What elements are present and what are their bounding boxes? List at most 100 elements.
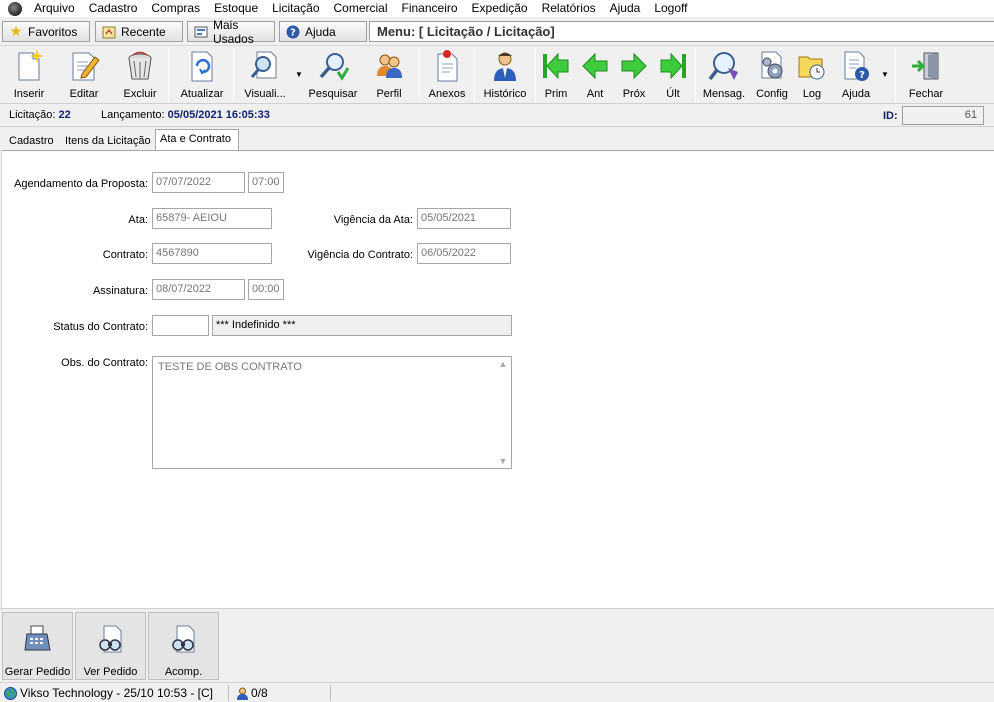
contrato-label: Contrato: bbox=[102, 249, 148, 261]
menu-relatorios[interactable]: Relatórios bbox=[535, 0, 603, 17]
obs-contrato-label: Obs. do Contrato: bbox=[61, 357, 148, 369]
assinatura-date-field[interactable]: 08/07/2022 bbox=[152, 279, 245, 300]
ult-button[interactable]: Últ bbox=[657, 49, 689, 103]
mais-usados-label: Mais Usados bbox=[213, 17, 254, 46]
tab-ata-contrato[interactable]: Ata e Contrato bbox=[155, 129, 239, 150]
recente-label: Recente bbox=[121, 24, 166, 39]
prim-button[interactable]: Prim bbox=[540, 49, 572, 103]
trash-icon bbox=[123, 49, 157, 83]
assinatura-label: Assinatura: bbox=[92, 285, 148, 297]
history-person-icon bbox=[488, 49, 522, 83]
ajuda-quick-button[interactable]: ? Ajuda bbox=[279, 21, 367, 42]
menu-licitacao[interactable]: Licitação bbox=[265, 0, 326, 17]
previous-record-icon bbox=[578, 49, 612, 83]
scroll-up-icon[interactable]: ▲ bbox=[498, 359, 508, 369]
historico-button[interactable]: Histórico bbox=[481, 49, 529, 103]
ult-label: Últ bbox=[666, 88, 680, 100]
next-record-icon bbox=[617, 49, 651, 83]
gerar-pedido-label: Gerar Pedido bbox=[4, 666, 71, 678]
app-logo-icon[interactable] bbox=[8, 1, 22, 16]
svg-text:?: ? bbox=[290, 27, 296, 38]
scroll-down-icon[interactable]: ▼ bbox=[498, 456, 508, 466]
exit-door-icon bbox=[909, 49, 943, 83]
mensag-label: Mensag. bbox=[702, 88, 746, 100]
vigencia-contrato-field[interactable]: 06/05/2022 bbox=[417, 243, 511, 264]
menu-path: Menu: [ Licitação / Licitação] bbox=[369, 21, 994, 42]
editar-button[interactable]: Editar bbox=[65, 49, 103, 103]
inserir-button[interactable]: Inserir bbox=[10, 49, 48, 103]
menu-comercial[interactable]: Comercial bbox=[327, 0, 395, 17]
mensag-button[interactable]: Mensag. bbox=[702, 49, 746, 103]
search-icon bbox=[316, 49, 350, 83]
anexos-button[interactable]: Anexos bbox=[427, 49, 467, 103]
toolbar-separator bbox=[535, 48, 536, 102]
first-record-icon bbox=[539, 49, 573, 83]
config-gear-icon bbox=[755, 49, 789, 83]
visualizar-dropdown-icon[interactable]: ▼ bbox=[295, 70, 303, 79]
ver-pedido-label: Ver Pedido bbox=[83, 666, 138, 678]
excluir-button[interactable]: Excluir bbox=[120, 49, 160, 103]
visualizar-label: Visuali... bbox=[244, 88, 286, 100]
vigencia-ata-field[interactable]: 05/05/2021 bbox=[417, 208, 511, 229]
perfil-button[interactable]: Perfil bbox=[370, 49, 408, 103]
menu-expedicao[interactable]: Expedição bbox=[465, 0, 535, 17]
quick-bar: ★ Favoritos Recente Mais Usados ? Ajuda … bbox=[0, 18, 994, 46]
prox-label: Próx bbox=[622, 88, 646, 100]
view-binoculars-icon bbox=[94, 622, 128, 656]
recente-button[interactable]: Recente bbox=[95, 21, 183, 42]
tab-itens-licitacao[interactable]: Itens da Licitação bbox=[60, 131, 156, 150]
pesquisar-label: Pesquisar bbox=[308, 88, 358, 100]
ata-label: Ata: bbox=[128, 214, 148, 226]
refresh-icon bbox=[185, 49, 219, 83]
ver-pedido-button[interactable]: Ver Pedido bbox=[75, 612, 146, 680]
gerar-pedido-button[interactable]: Gerar Pedido bbox=[2, 612, 73, 680]
attachment-icon bbox=[430, 49, 464, 83]
menu-compras[interactable]: Compras bbox=[144, 0, 207, 17]
acomp-button[interactable]: Acomp. bbox=[148, 612, 219, 680]
menu-arquivo[interactable]: Arquivo bbox=[27, 0, 82, 17]
menu-ajuda[interactable]: Ajuda bbox=[603, 0, 648, 17]
edit-document-icon bbox=[67, 49, 101, 83]
svg-text:?: ? bbox=[859, 70, 865, 81]
config-button[interactable]: Config bbox=[753, 49, 791, 103]
toolbar-separator bbox=[474, 48, 475, 102]
toolbar-separator bbox=[695, 48, 696, 102]
status-users-text: 0/8 bbox=[251, 686, 268, 700]
favoritos-button[interactable]: ★ Favoritos bbox=[2, 21, 90, 42]
agendamento-date-field[interactable]: 07/07/2022 bbox=[152, 172, 245, 193]
obs-contrato-text: TESTE DE OBS CONTRATO bbox=[158, 361, 302, 373]
track-binoculars-icon bbox=[167, 622, 201, 656]
log-button[interactable]: Log bbox=[796, 49, 828, 103]
ant-button[interactable]: Ant bbox=[579, 49, 611, 103]
lancamento-label: Lançamento: bbox=[101, 109, 165, 121]
acomp-label: Acomp. bbox=[164, 666, 203, 678]
menu-estoque[interactable]: Estoque bbox=[207, 0, 265, 17]
visualizar-button[interactable]: Visuali... bbox=[241, 49, 289, 103]
ata-field[interactable]: 65879- AEIOU bbox=[152, 208, 272, 229]
toolbar-separator bbox=[419, 48, 420, 102]
tab-cadastro[interactable]: Cadastro bbox=[4, 131, 59, 150]
atualizar-button[interactable]: Atualizar bbox=[178, 49, 226, 103]
menu-financeiro[interactable]: Financeiro bbox=[395, 0, 465, 17]
mais-usados-button[interactable]: Mais Usados bbox=[187, 18, 275, 46]
contrato-field[interactable]: 4567890 bbox=[152, 243, 272, 264]
assinatura-time-field[interactable]: 00:00 bbox=[248, 279, 284, 300]
menu-logoff[interactable]: Logoff bbox=[647, 0, 694, 17]
config-label: Config bbox=[756, 88, 788, 100]
pesquisar-button[interactable]: Pesquisar bbox=[309, 49, 357, 103]
fechar-button[interactable]: Fechar bbox=[906, 49, 946, 103]
agendamento-time-field[interactable]: 07:00 bbox=[248, 172, 284, 193]
prox-button[interactable]: Próx bbox=[618, 49, 650, 103]
id-field: 61 bbox=[902, 106, 984, 125]
ajuda-button[interactable]: ? Ajuda bbox=[838, 49, 874, 103]
anexos-label: Anexos bbox=[428, 88, 466, 100]
obs-contrato-textarea[interactable]: TESTE DE OBS CONTRATO ▲ ▼ bbox=[152, 356, 512, 469]
ajuda-dropdown-icon[interactable]: ▼ bbox=[881, 70, 889, 79]
menu-cadastro[interactable]: Cadastro bbox=[82, 0, 145, 17]
status-code-field[interactable] bbox=[152, 315, 209, 336]
new-document-icon bbox=[12, 49, 46, 83]
atualizar-label: Atualizar bbox=[180, 88, 224, 100]
log-label: Log bbox=[802, 88, 822, 100]
bottom-action-bar: Gerar Pedido Ver Pedido Acomp. bbox=[0, 608, 994, 681]
cash-register-icon bbox=[21, 622, 55, 656]
